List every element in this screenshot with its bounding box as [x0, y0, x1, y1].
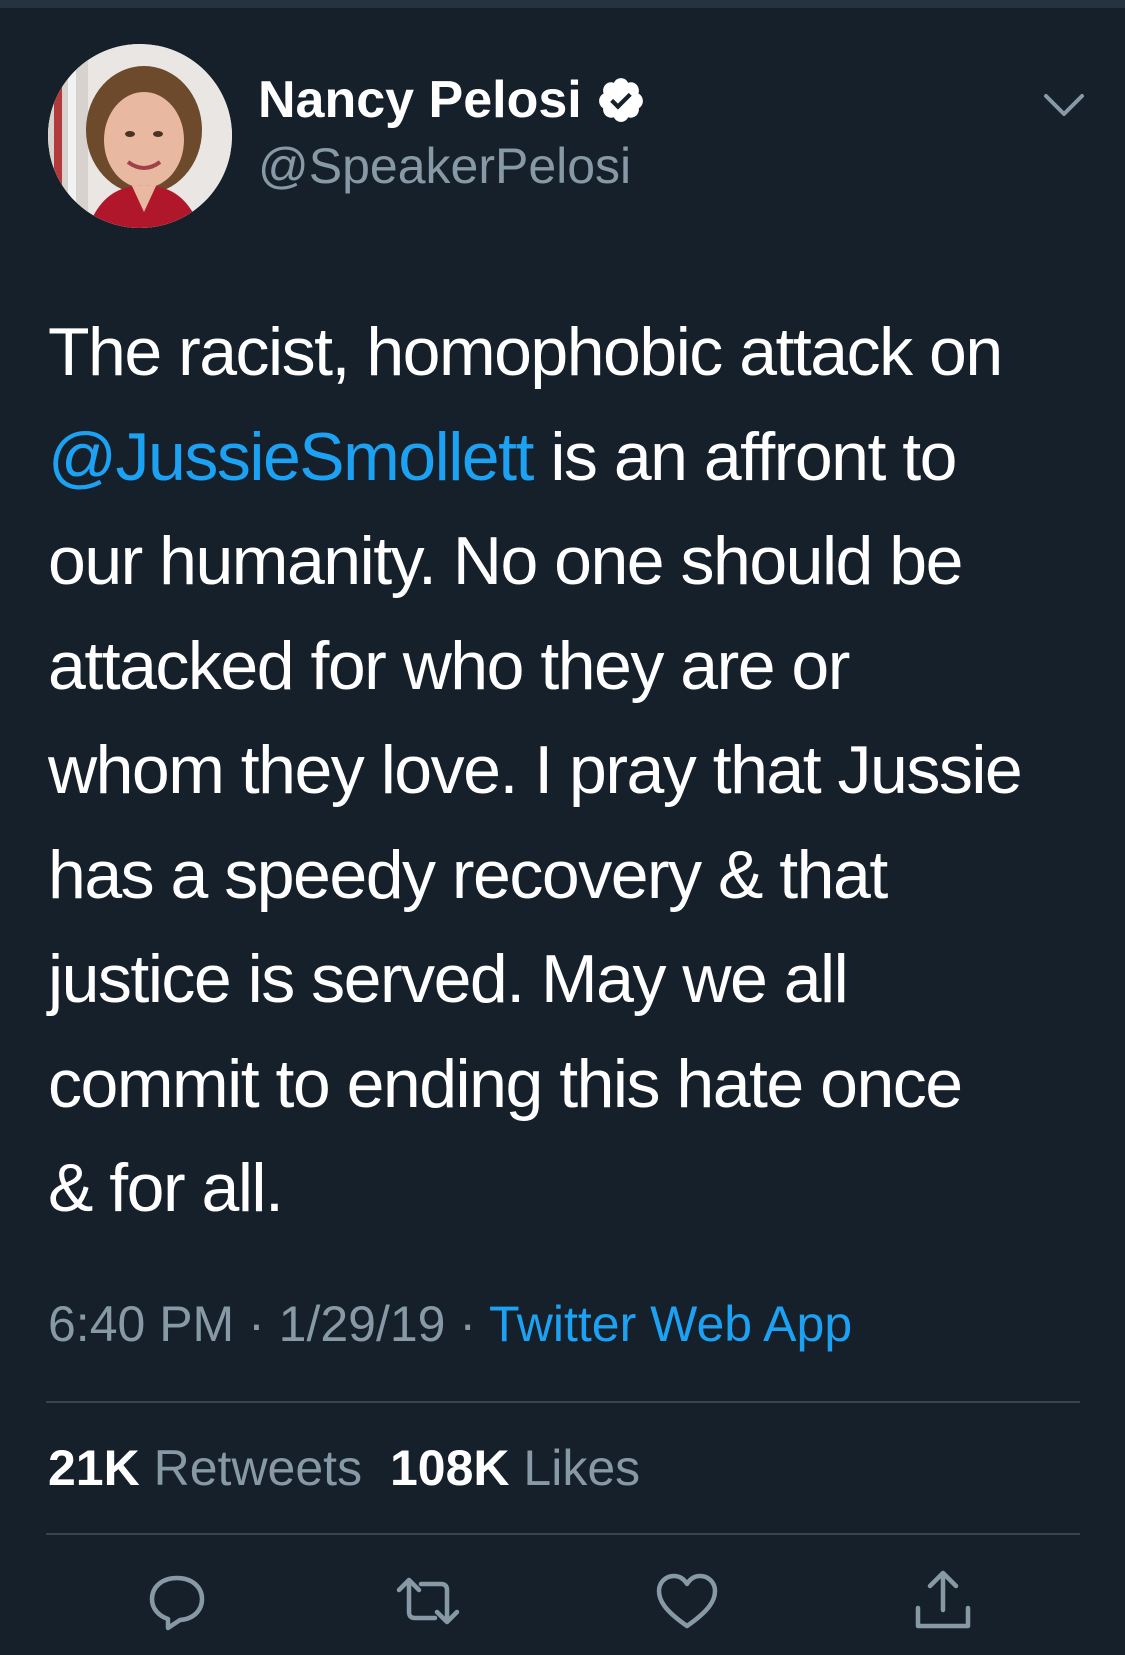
- tweet-line: The racist, homophobic attack on: [48, 314, 1003, 390]
- mention-link[interactable]: @JussieSmollett: [48, 419, 534, 495]
- tweet-meta: 6:40 PM · 1/29/19 · Twitter Web App: [48, 1292, 852, 1356]
- likes-label: Likes: [523, 1440, 641, 1496]
- reply-icon[interactable]: [144, 1568, 210, 1634]
- tweet-line: has a speedy recovery & that: [48, 836, 888, 913]
- tweet-date: 1/29/19: [278, 1296, 446, 1352]
- tweet-line: our humanity. No one should be: [48, 523, 963, 599]
- tweet-line: @JussieSmollett is an affront to: [48, 418, 958, 495]
- top-divider: [0, 0, 1125, 8]
- display-name-text: Nancy Pelosi: [258, 71, 582, 129]
- likes-count: 108K: [389, 1440, 510, 1496]
- tweet-line: whom they love. I pray that Jussie: [48, 732, 1023, 808]
- retweets-label: Retweets: [153, 1440, 363, 1496]
- meta-separator: ·: [445, 1296, 490, 1352]
- tweet-time: 6:40 PM: [48, 1296, 235, 1352]
- share-icon[interactable]: [910, 1568, 976, 1634]
- divider: [46, 1533, 1080, 1535]
- tweet-line: commit to ending this hate once: [48, 1045, 963, 1122]
- retweet-icon[interactable]: [395, 1568, 461, 1634]
- meta-separator: ·: [234, 1296, 279, 1352]
- tweet-line: attacked for who they are or: [48, 627, 850, 704]
- tweet-text: The racist, homophobic attack on @Jussie…: [48, 300, 1088, 1241]
- divider: [46, 1401, 1080, 1403]
- display-name[interactable]: Nancy Pelosi: [258, 68, 646, 132]
- verified-badge-icon: [598, 78, 643, 122]
- tweet-source-link[interactable]: Twitter Web App: [489, 1296, 852, 1352]
- retweets-count: 21K: [48, 1440, 140, 1496]
- tweet-line: justice is served. May we all: [48, 941, 849, 1017]
- retweets-stat[interactable]: 21K Retweets: [48, 1440, 362, 1496]
- action-bar: [0, 1568, 1125, 1634]
- tweet-line: & for all.: [48, 1150, 284, 1226]
- user-handle[interactable]: @SpeakerPelosi: [258, 134, 631, 198]
- chevron-down-icon[interactable]: [1040, 88, 1088, 122]
- heart-icon[interactable]: [654, 1568, 720, 1634]
- likes-stat[interactable]: 108K Likes: [390, 1440, 640, 1496]
- avatar[interactable]: [48, 44, 232, 228]
- tweet-stats: 21K Retweets 108K Likes: [48, 1436, 640, 1500]
